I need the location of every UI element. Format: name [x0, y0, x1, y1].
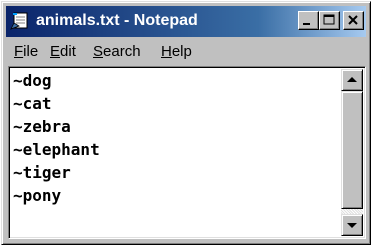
text-line: ~dog [13, 71, 52, 90]
menu-bar: File Edit Search Help [6, 38, 366, 64]
text-line: ~pony [13, 186, 62, 205]
arrow-up-icon [347, 77, 357, 82]
text-line: ~cat [13, 94, 52, 113]
menu-edit[interactable]: Edit [50, 43, 76, 60]
menu-search-label: earch [103, 43, 141, 60]
menu-help[interactable]: Help [161, 43, 192, 60]
menu-search[interactable]: Search [93, 43, 141, 60]
notepad-icon[interactable] [10, 11, 30, 31]
notepad-window: animals.txt - Notepad File Edit Search H… [1, 1, 371, 245]
menu-file-accelerator: F [14, 43, 24, 60]
text-line: ~zebra [13, 117, 71, 136]
menu-edit-label: dit [60, 43, 76, 60]
close-icon [348, 15, 358, 25]
maximize-button[interactable] [319, 11, 340, 30]
maximize-icon [323, 14, 335, 25]
arrow-down-icon [347, 223, 357, 228]
menu-search-accelerator: S [93, 43, 104, 60]
close-button[interactable] [343, 11, 364, 30]
menu-edit-accelerator: E [50, 43, 61, 60]
scroll-up-button[interactable] [341, 69, 363, 91]
menu-help-label: elp [171, 43, 192, 60]
edit-area-frame: ~dog ~cat ~zebra ~elephant ~tiger ~pony [8, 66, 366, 239]
menu-help-accelerator: H [161, 43, 172, 60]
text-line: ~elephant [13, 140, 100, 159]
minimize-icon [303, 23, 310, 25]
title-bar[interactable]: animals.txt - Notepad [6, 6, 366, 37]
menu-file-label: ile [23, 43, 39, 60]
scroll-thumb[interactable] [341, 91, 363, 209]
scroll-down-button[interactable] [341, 214, 363, 236]
window-title: animals.txt - Notepad [36, 12, 198, 29]
menu-file[interactable]: File [14, 43, 38, 60]
text-line: ~tiger [13, 163, 71, 182]
minimize-button[interactable] [298, 11, 319, 30]
vertical-scrollbar[interactable] [341, 69, 363, 236]
text-edit-area[interactable]: ~dog ~cat ~zebra ~elephant ~tiger ~pony [11, 69, 341, 236]
